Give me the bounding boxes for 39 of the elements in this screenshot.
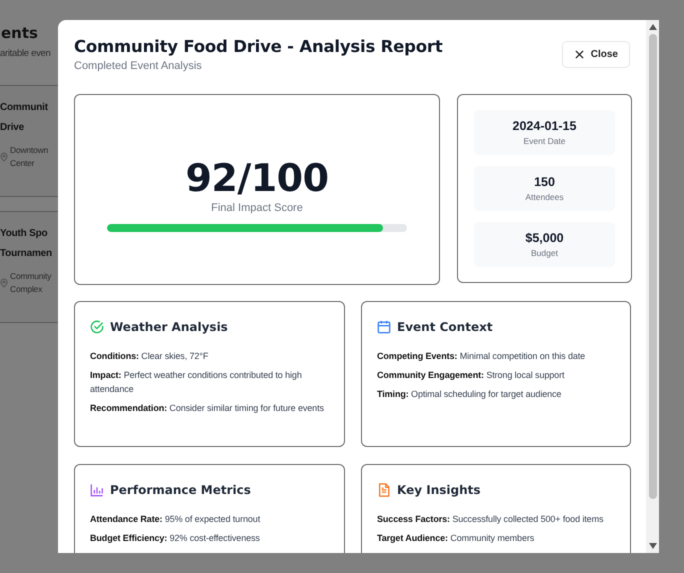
location-pin-icon: [0, 277, 8, 289]
page-heading: ents: [0, 24, 39, 42]
stat-label: Event Date: [523, 136, 566, 146]
analysis-text: Attendance Rate: 95% of expected turnout: [90, 513, 262, 526]
analysis-text: Competing Events: Minimal competition on this date: [377, 350, 586, 363]
analysis-text: Timing: Optimal scheduling for target audience: [377, 388, 562, 401]
analysis-text: Target Audience: Community members: [377, 532, 536, 545]
analysis-text: Impact: Perfect weather conditions contributed to high attendance: [90, 369, 303, 396]
location-pin-icon: [0, 151, 8, 163]
score-value: 92/100: [185, 156, 329, 200]
event-card[interactable]: Communit Drive Downtown Center: [0, 85, 58, 197]
score-label: Final Impact Score: [211, 202, 303, 214]
close-icon: [574, 50, 584, 59]
scroll-up-arrow-icon[interactable]: [648, 24, 656, 30]
card-title: Key Insights: [397, 483, 481, 497]
card-title: Performance Metrics: [110, 483, 251, 497]
event-card[interactable]: Youth Spo Tournamen Community Complex: [0, 211, 58, 323]
scroll-down-arrow-icon[interactable]: [648, 543, 656, 549]
modal-subtitle: Completed Event Analysis: [74, 60, 203, 72]
stat-value: 2024-01-15: [512, 119, 576, 133]
stat-value: 150: [534, 175, 555, 189]
event-title: Communit Drive: [0, 101, 49, 135]
stat-label: Attendees: [525, 192, 564, 202]
analysis-text: Conditions: Clear skies, 72°F: [90, 350, 210, 363]
page-subtitle: aritable even: [0, 48, 52, 59]
modal-title: Community Food Drive - Analysis Report: [74, 37, 443, 56]
card-title: Event Context: [397, 320, 493, 334]
analysis-text: Recommendation: Consider similar timing for future events: [90, 402, 325, 415]
analysis-text: Community Engagement: Strong local support: [377, 369, 566, 382]
analysis-text: Success Factors: Successfully collected 500+ food items: [377, 513, 604, 526]
analysis-text: Budget Efficiency: 92% cost-effectiveness: [90, 532, 261, 545]
stat-label: Budget: [531, 248, 558, 258]
stat-value: $5,000: [525, 231, 564, 245]
event-title: Youth Spo Tournamen: [0, 227, 53, 261]
close-button[interactable]: Close: [562, 41, 630, 68]
event-location: Community Complex: [10, 270, 52, 296]
card-title: Weather Analysis: [110, 320, 228, 334]
event-location: Downtown Center: [10, 144, 48, 170]
scrollbar[interactable]: [646, 20, 659, 553]
